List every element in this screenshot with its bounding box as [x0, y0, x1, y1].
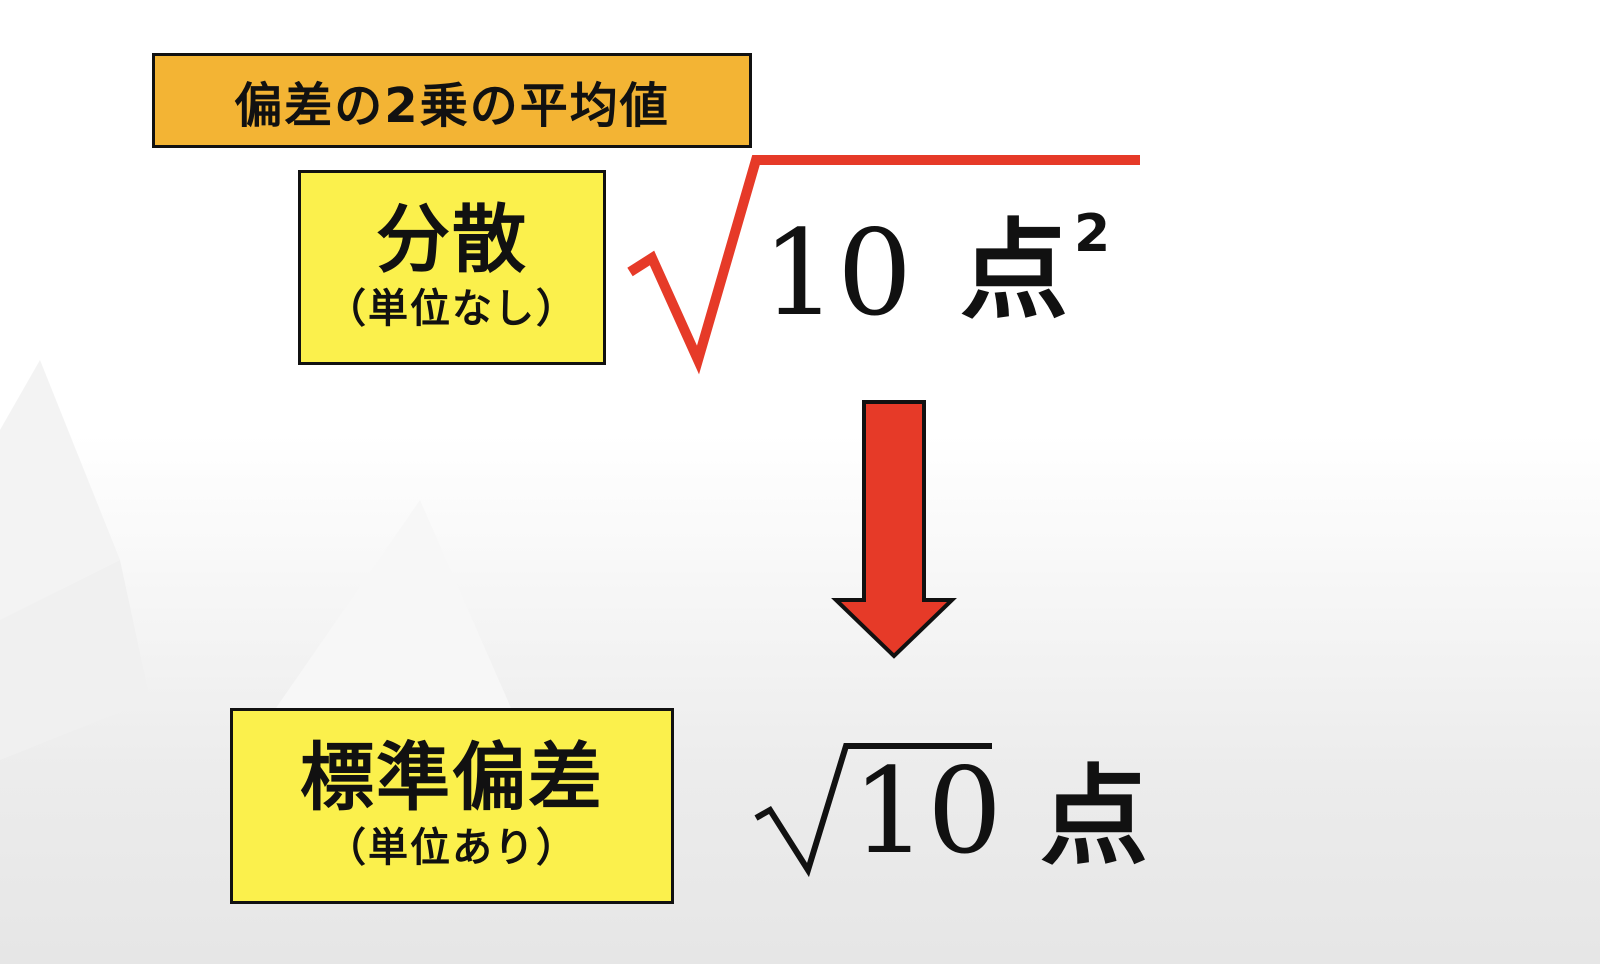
standard-deviation-unit: 点	[1040, 755, 1149, 880]
variance-radicand: 10	[762, 204, 913, 342]
variance-unit-exponent: 2	[1074, 204, 1111, 264]
variance-unit: 点	[960, 209, 1069, 334]
math-graphics	[627, 155, 1140, 878]
standard-deviation-radicand: 10	[852, 742, 1003, 880]
down-arrow	[831, 400, 957, 659]
